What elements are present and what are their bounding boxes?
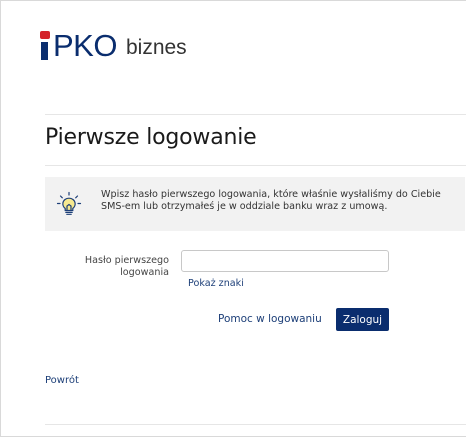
logo-biznes-text: biznes: [125, 36, 187, 59]
logo-i-mark: [39, 31, 51, 61]
page-frame: PKO biznes Pierwsze logowanie Wpisz hasł…: [0, 0, 466, 437]
login-button[interactable]: Zaloguj: [336, 308, 389, 331]
show-characters-link[interactable]: Pokaż znaki: [188, 278, 244, 289]
footer-divider: [45, 424, 466, 425]
first-login-password-input[interactable]: [181, 250, 389, 272]
info-message: Wpisz hasło pierwszego logowania, które …: [101, 189, 441, 212]
title-divider: [45, 165, 466, 166]
pko-biznes-logo: PKO biznes: [39, 25, 187, 61]
logo-pko-text: PKO: [53, 28, 117, 63]
password-label-line1: Hasło pierwszego: [84, 255, 169, 266]
login-help-link[interactable]: Pomoc w logowaniu: [218, 313, 322, 325]
password-label-line2: logowania: [120, 267, 169, 278]
header-divider: [45, 114, 466, 115]
password-label: Hasło pierwszego logowania: [65, 255, 169, 279]
page-title: Pierwsze logowanie: [45, 125, 257, 150]
back-link[interactable]: Powrót: [45, 375, 79, 386]
lightbulb-icon: [56, 191, 82, 215]
info-box: Wpisz hasło pierwszego logowania, które …: [45, 177, 465, 231]
